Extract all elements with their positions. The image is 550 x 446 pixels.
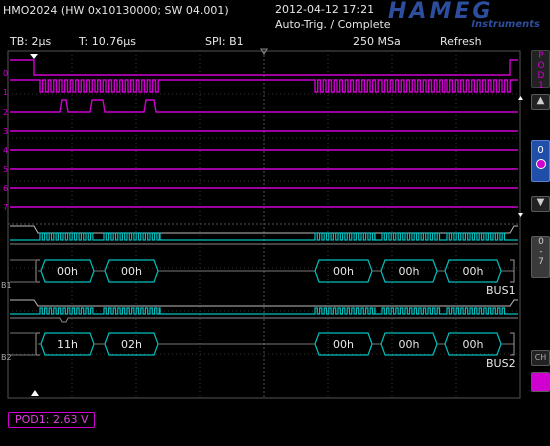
pod-color-button[interactable] <box>531 372 550 392</box>
bus2-value-3: 00h <box>399 338 420 351</box>
scroll-down-button[interactable]: ▼ <box>531 196 550 212</box>
waveform-display[interactable]: 00h 00h 00h 00h 00hBUS111h 02h 00h 00h 00hBUS2 <box>0 0 550 446</box>
channel-select-button[interactable]: CH <box>531 350 550 366</box>
side-panel: POD1 ▲ 0 ▼ 0-7 CH <box>530 50 550 400</box>
channel-label-0: 0 <box>3 69 9 78</box>
down-arrow-icon: ▼ <box>536 197 545 208</box>
bus1-value-4: 00h <box>463 265 484 278</box>
bus1-name-label: BUS1 <box>486 284 516 297</box>
bus2-value-0: 11h <box>57 338 78 351</box>
bus1-value-3: 00h <box>399 265 420 278</box>
bus2-value-1: 02h <box>121 338 142 351</box>
bus1-marker: B1 <box>1 281 12 290</box>
channel-label-3: 3 <box>3 127 9 136</box>
bus2-value-2: 00h <box>333 338 354 351</box>
channel-label-1: 1 <box>3 88 9 97</box>
threshold-readout[interactable]: POD1: 2.63 V <box>8 412 96 428</box>
bus2-name-label: BUS2 <box>486 357 516 370</box>
bus2-marker: B2 <box>1 353 12 362</box>
bus1-value-2: 00h <box>333 265 354 278</box>
channel-select-label: CH <box>534 353 547 362</box>
pod-label-button[interactable]: POD1 <box>531 50 550 91</box>
channel-label-4: 4 <box>3 146 9 155</box>
channel-label-2: 2 <box>3 108 9 117</box>
bus1-value-0: 00h <box>57 265 78 278</box>
channel-label-6: 6 <box>3 184 9 193</box>
pod-bit-indicator-icon <box>535 159 546 169</box>
bit-range-button[interactable]: 0-7 <box>531 236 550 278</box>
pod-bit-button[interactable]: 0 <box>531 140 550 182</box>
up-arrow-icon: ▲ <box>536 95 545 106</box>
bus2-value-4: 00h <box>463 338 484 351</box>
pod-label: POD1 <box>536 51 546 91</box>
scroll-up-button[interactable]: ▲ <box>531 94 550 110</box>
channel-label-5: 5 <box>3 165 9 174</box>
bus1-value-1: 00h <box>121 265 142 278</box>
channel-label-7: 7 <box>3 203 9 212</box>
pod-bit-label: 0 <box>537 145 544 156</box>
bit-range-label: 0-7 <box>536 237 546 267</box>
